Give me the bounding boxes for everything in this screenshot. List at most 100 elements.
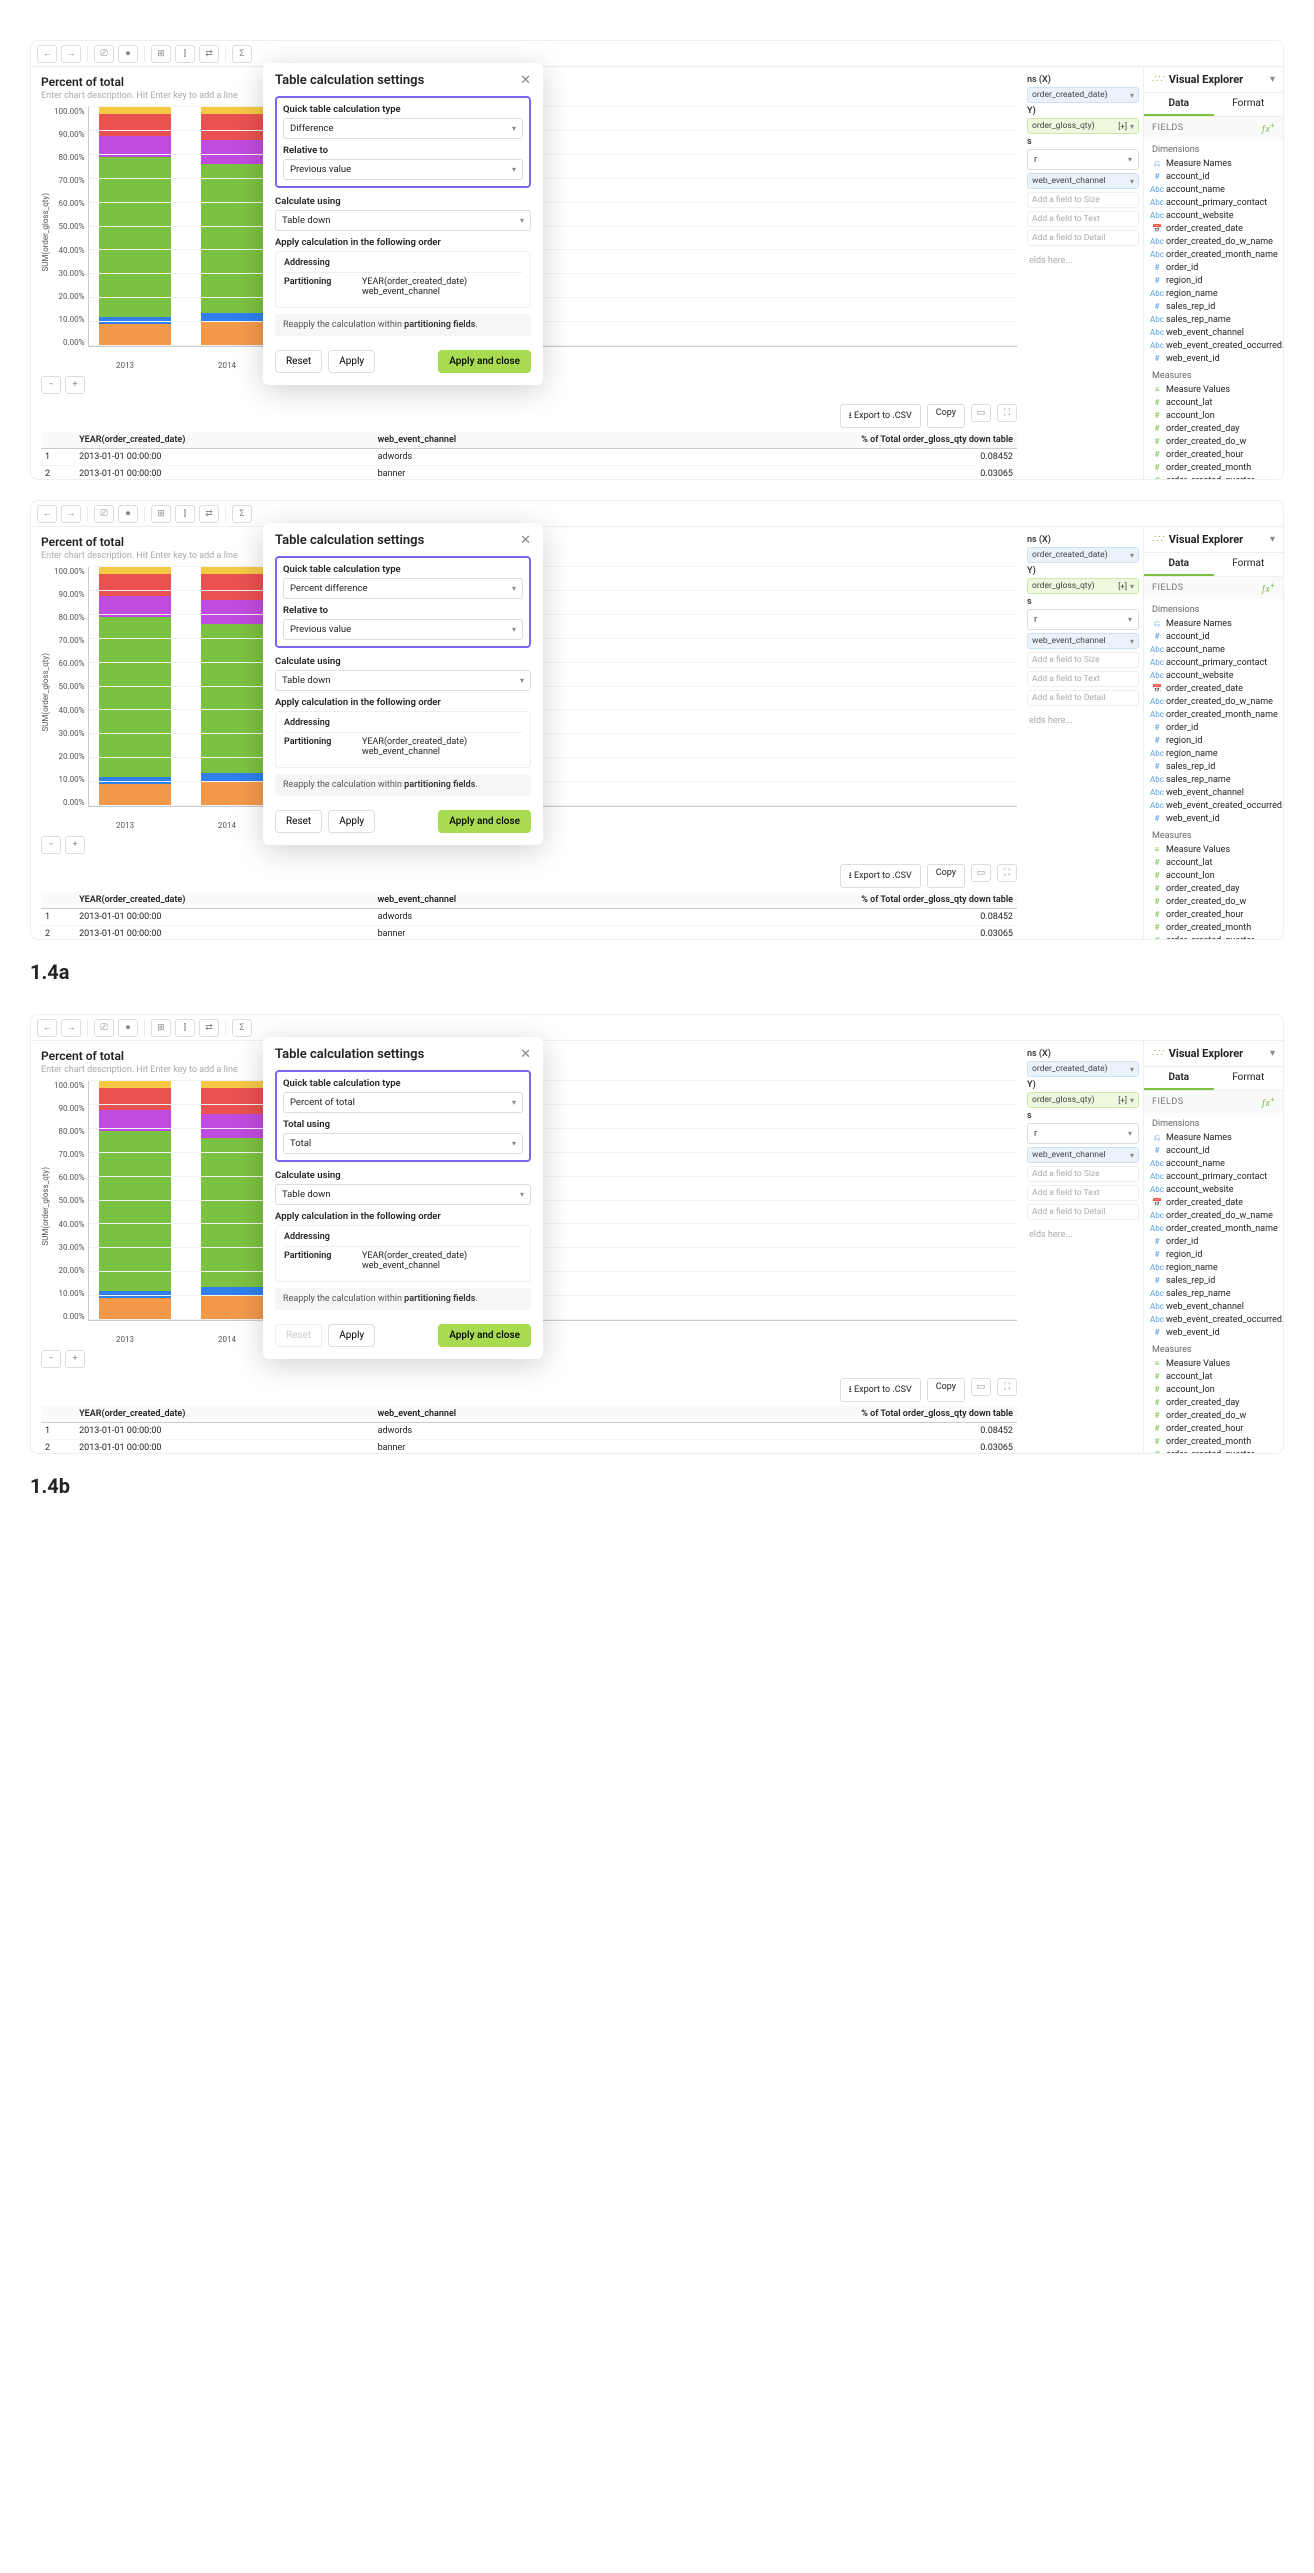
field-order-created-month[interactable]: #order_created_month xyxy=(1144,1435,1283,1448)
field-order-created-quarter[interactable]: #order_created_quarter xyxy=(1144,474,1283,479)
field-account-name[interactable]: Abcaccount_name xyxy=(1144,183,1283,196)
field-order-created-do-w-name[interactable]: Abcorder_created_do_w_name xyxy=(1144,235,1283,248)
sigma-icon[interactable]: Σ xyxy=(232,505,252,523)
swap-icon[interactable]: ⇄ xyxy=(199,45,219,63)
fx-button[interactable]: ƒx+ xyxy=(1262,581,1275,595)
table-row[interactable]: 12013-01-01 00:00:00adwords0.08452 xyxy=(41,1423,1017,1440)
field-account-name[interactable]: Abcaccount_name xyxy=(1144,1157,1283,1170)
mark-type-select[interactable]: r▾ xyxy=(1027,149,1139,170)
tab-data[interactable]: Data xyxy=(1144,93,1214,116)
chevron-down-icon[interactable]: ▾ xyxy=(1130,582,1134,591)
row-chip[interactable]: order_gloss_qty)[+]▾ xyxy=(1027,578,1139,594)
tab-format[interactable]: Format xyxy=(1214,1067,1284,1090)
add-icon[interactable]: + xyxy=(65,836,85,854)
mark-type-select[interactable]: r▾ xyxy=(1027,609,1139,630)
table-header[interactable]: web_event_channel xyxy=(374,1406,600,1423)
field-sales-rep-name[interactable]: Abcsales_rep_name xyxy=(1144,1287,1283,1300)
expand-icon[interactable]: ⛶ xyxy=(997,864,1017,882)
color-chip[interactable]: web_event_channel▾ xyxy=(1027,633,1139,649)
field-web-event-channel[interactable]: Abcweb_event_channel xyxy=(1144,326,1283,339)
field-measure-names[interactable]: ⎌Measure Names xyxy=(1144,617,1283,630)
apply-and-close-button[interactable]: Apply and close xyxy=(438,350,531,373)
apply-and-close-button[interactable]: Apply and close xyxy=(438,810,531,833)
field-account-lon[interactable]: #account_lon xyxy=(1144,869,1283,882)
chevron-down-icon[interactable]: ▾ xyxy=(1270,534,1275,545)
field-order-created-month-name[interactable]: Abcorder_created_month_name xyxy=(1144,708,1283,721)
reset-button[interactable]: Reset xyxy=(275,810,322,833)
table-header[interactable]: YEAR(order_created_date) xyxy=(75,892,374,909)
table-header[interactable]: YEAR(order_created_date) xyxy=(75,432,374,449)
close-icon[interactable]: ✕ xyxy=(520,533,531,548)
field-web-event-id[interactable]: #web_event_id xyxy=(1144,1326,1283,1339)
field-order-created-do-w-name[interactable]: Abcorder_created_do_w_name xyxy=(1144,695,1283,708)
calc-using-select[interactable]: Table down▾ xyxy=(275,670,531,691)
field-account-id[interactable]: #account_id xyxy=(1144,170,1283,183)
tab-format[interactable]: Format xyxy=(1214,553,1284,576)
size-dropzone[interactable]: Add a field to Size xyxy=(1027,192,1139,208)
field-order-created-date[interactable]: 📅order_created_date xyxy=(1144,1196,1283,1209)
field-measure-values[interactable]: ≡Measure Values xyxy=(1144,843,1283,856)
chevron-down-icon[interactable]: ▾ xyxy=(1130,1151,1134,1160)
collapse-icon[interactable]: − xyxy=(41,836,61,854)
close-icon[interactable]: ✕ xyxy=(520,1047,531,1062)
size-dropzone[interactable]: Add a field to Size xyxy=(1027,652,1139,668)
relative-to-select[interactable]: Previous value▾ xyxy=(283,619,523,640)
field-account-lat[interactable]: #account_lat xyxy=(1144,396,1283,409)
field-order-created-do-w[interactable]: #order_created_do_w xyxy=(1144,895,1283,908)
field-order-created-date[interactable]: 📅order_created_date xyxy=(1144,682,1283,695)
field-order-created-quarter[interactable]: #order_created_quarter xyxy=(1144,934,1283,939)
apply-and-close-button[interactable]: Apply and close xyxy=(438,1324,531,1347)
add-icon[interactable]: + xyxy=(65,1350,85,1368)
field-account-primary-contact[interactable]: Abcaccount_primary_contact xyxy=(1144,1170,1283,1183)
field-order-created-day[interactable]: #order_created_day xyxy=(1144,882,1283,895)
quick-calc-type-select[interactable]: Difference▾ xyxy=(283,118,523,139)
field-order-id[interactable]: #order_id xyxy=(1144,261,1283,274)
filters-dropzone[interactable]: elds here... xyxy=(1029,256,1139,266)
table-header[interactable]: % of Total order_gloss_qty down table xyxy=(600,432,1017,449)
table-row[interactable]: 12013-01-01 00:00:00adwords0.08452 xyxy=(41,449,1017,466)
sigma-icon[interactable]: Σ xyxy=(232,45,252,63)
field-order-created-day[interactable]: #order_created_day xyxy=(1144,422,1283,435)
field-order-created-do-w-name[interactable]: Abcorder_created_do_w_name xyxy=(1144,1209,1283,1222)
field-order-created-do-w[interactable]: #order_created_do_w xyxy=(1144,435,1283,448)
export-csv-button[interactable]: ⭳ Export to .CSV xyxy=(840,404,921,428)
export-csv-button[interactable]: ⭳ Export to .CSV xyxy=(840,864,921,888)
back-icon[interactable]: ← xyxy=(37,45,57,63)
text-dropzone[interactable]: Add a field to Text xyxy=(1027,671,1139,687)
table-header[interactable] xyxy=(41,1406,75,1423)
column-chip[interactable]: order_created_date)▾ xyxy=(1027,547,1139,563)
minimize-icon[interactable]: ▭ xyxy=(971,864,991,882)
field-order-created-hour[interactable]: #order_created_hour xyxy=(1144,448,1283,461)
field-region-id[interactable]: #region_id xyxy=(1144,734,1283,747)
field-account-id[interactable]: #account_id xyxy=(1144,1144,1283,1157)
table-header[interactable]: YEAR(order_created_date) xyxy=(75,1406,374,1423)
close-icon[interactable]: ✕ xyxy=(520,73,531,88)
field-measure-values[interactable]: ≡Measure Values xyxy=(1144,383,1283,396)
table-row[interactable]: 22013-01-01 00:00:00banner0.03065 xyxy=(41,926,1017,941)
field-account-name[interactable]: Abcaccount_name xyxy=(1144,643,1283,656)
forward-icon[interactable]: → xyxy=(61,45,81,63)
forward-icon[interactable]: → xyxy=(61,1019,81,1037)
detail-dropzone[interactable]: Add a field to Detail xyxy=(1027,1204,1139,1220)
field-order-id[interactable]: #order_id xyxy=(1144,721,1283,734)
minimize-icon[interactable]: ▭ xyxy=(971,404,991,422)
record-icon[interactable]: ⏺ xyxy=(118,505,138,523)
row-chip[interactable]: order_gloss_qty)[+]▾ xyxy=(1027,118,1139,134)
size-dropzone[interactable]: Add a field to Size xyxy=(1027,1166,1139,1182)
field-sales-rep-name[interactable]: Abcsales_rep_name xyxy=(1144,773,1283,786)
relative-to-select[interactable]: Total▾ xyxy=(283,1133,523,1154)
table-row[interactable]: 22013-01-01 00:00:00banner0.03065 xyxy=(41,1440,1017,1455)
expand-icon[interactable]: ⛶ xyxy=(997,1378,1017,1396)
chevron-down-icon[interactable]: ▾ xyxy=(1130,1065,1134,1074)
field-account-website[interactable]: Abcaccount_website xyxy=(1144,209,1283,222)
field-order-created-hour[interactable]: #order_created_hour xyxy=(1144,1422,1283,1435)
field-sales-rep-id[interactable]: #sales_rep_id xyxy=(1144,760,1283,773)
chart-type-icon[interactable]: ⫿ xyxy=(175,505,195,523)
chart-type-icon[interactable]: ⫿ xyxy=(175,1019,195,1037)
table-header[interactable]: % of Total order_gloss_qty down table xyxy=(600,892,1017,909)
field-order-id[interactable]: #order_id xyxy=(1144,1235,1283,1248)
chevron-down-icon[interactable]: ▾ xyxy=(1130,177,1134,186)
table-header[interactable] xyxy=(41,892,75,909)
table-row[interactable]: 12013-01-01 00:00:00adwords0.08452 xyxy=(41,909,1017,926)
collapse-icon[interactable]: − xyxy=(41,1350,61,1368)
